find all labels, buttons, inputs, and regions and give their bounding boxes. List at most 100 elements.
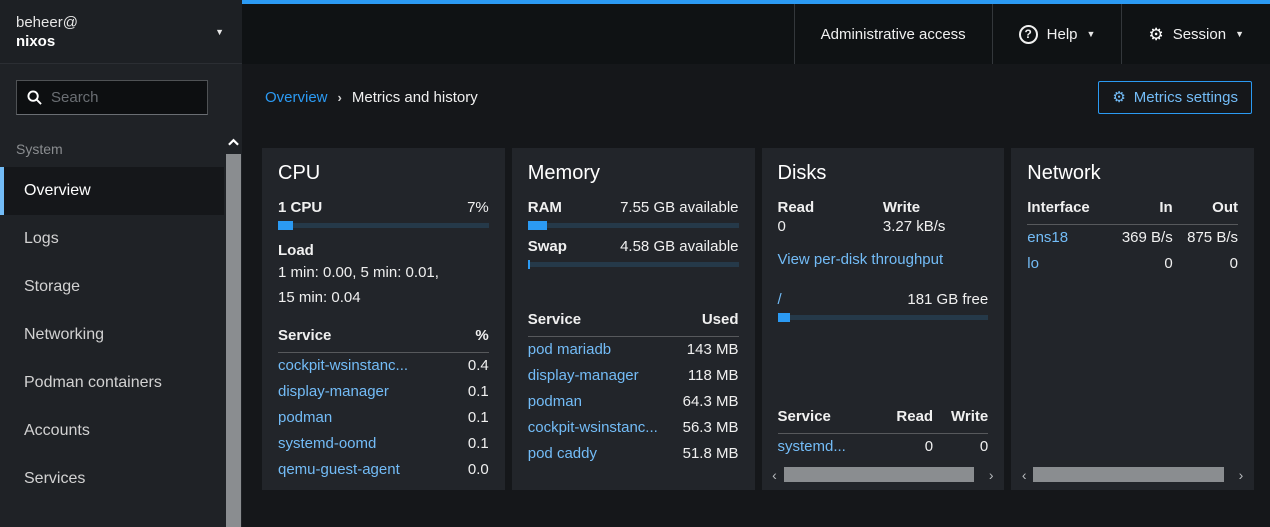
scroll-left-icon[interactable]: ‹ — [1019, 468, 1029, 482]
table-row: podman 0.1 — [278, 405, 489, 431]
search-input[interactable] — [51, 89, 197, 106]
session-menu[interactable]: ⚙ Session ▼ — [1121, 4, 1270, 64]
host-switcher-user: beheer@ nixos — [16, 13, 78, 51]
network-horizontal-scrollbar[interactable]: ‹ › — [1019, 467, 1246, 482]
ram-label: RAM — [528, 199, 562, 216]
interface-in-value: 0 — [1107, 251, 1172, 277]
service-link[interactable]: podman — [278, 409, 332, 426]
sidebar-item-storage[interactable]: Storage — [0, 263, 224, 311]
service-memory-used: 64.3 MB — [675, 389, 738, 415]
scroll-left-icon[interactable]: ‹ — [770, 468, 780, 482]
chevron-down-icon: ▼ — [215, 27, 224, 37]
network-card: Network Interface In Out ens18 369 B/s 8… — [1011, 148, 1254, 490]
memory-service-table: Service Used pod mariadb 143 MB display-… — [528, 311, 739, 467]
service-link[interactable]: pod mariadb — [528, 341, 611, 358]
administrative-access-button[interactable]: Administrative access — [794, 4, 992, 64]
table-row: pod mariadb 143 MB — [528, 337, 739, 364]
table-row: cockpit-wsinstanc... 0.4 — [278, 353, 489, 380]
masthead: beheer@ nixos ▼ Administrative access ? … — [0, 0, 1270, 64]
gear-icon: ⚙ — [1148, 26, 1163, 43]
service-link[interactable]: display-manager — [528, 367, 639, 384]
service-link[interactable]: qemu-guest-agent — [278, 461, 400, 478]
table-row: ens18 369 B/s 875 B/s — [1027, 225, 1238, 252]
memory-table-header-used: Used — [675, 311, 738, 337]
disks-table-header-service: Service — [778, 408, 879, 434]
disks-read-label: Read — [778, 199, 883, 216]
table-row: systemd... 0 0 — [778, 434, 989, 461]
sidebar: System Overview Logs Storage Networking … — [0, 64, 242, 527]
swap-progress-fill — [528, 260, 530, 269]
service-link[interactable]: display-manager — [278, 383, 389, 400]
table-row: display-manager 118 MB — [528, 363, 739, 389]
metrics-settings-label: Metrics settings — [1134, 89, 1238, 106]
sidebar-search[interactable] — [16, 80, 208, 115]
metrics-settings-button[interactable]: ⚙ Metrics settings — [1098, 81, 1252, 114]
ram-progress-fill — [528, 221, 547, 230]
breadcrumb-overview-link[interactable]: Overview — [265, 89, 328, 106]
sidebar-item-networking[interactable]: Networking — [0, 311, 224, 359]
breadcrumb-current: Metrics and history — [352, 89, 478, 106]
disks-horizontal-scrollbar[interactable]: ‹ › — [770, 467, 997, 482]
service-link[interactable]: cockpit-wsinstanc... — [528, 419, 658, 436]
service-cpu-percent: 0.1 — [460, 405, 489, 431]
scroll-up-icon[interactable] — [226, 134, 241, 150]
gear-icon: ⚙ — [1112, 90, 1125, 105]
scrollbar-thumb[interactable] — [784, 467, 975, 482]
service-link[interactable]: cockpit-wsinstanc... — [278, 357, 408, 374]
disk-usage-progress-fill — [778, 313, 791, 322]
scrollbar-thumb[interactable] — [1033, 467, 1224, 482]
cpu-table-header-percent: % — [460, 327, 489, 353]
sidebar-item-services[interactable]: Services — [0, 455, 224, 503]
table-row: qemu-guest-agent 0.0 — [278, 457, 489, 483]
chevron-down-icon: ▼ — [1087, 29, 1096, 39]
interface-link[interactable]: ens18 — [1027, 229, 1068, 246]
search-icon — [27, 90, 42, 105]
breadcrumb-bar: Overview › Metrics and history ⚙ Metrics… — [242, 64, 1270, 130]
sidebar-scrollbar-thumb[interactable] — [226, 154, 241, 527]
service-disk-read: 0 — [879, 434, 933, 461]
service-memory-used: 51.8 MB — [675, 441, 738, 467]
service-link[interactable]: systemd... — [778, 438, 846, 455]
interface-out-value: 0 — [1173, 251, 1238, 277]
help-menu[interactable]: ? Help ▼ — [992, 4, 1122, 64]
service-link[interactable]: podman — [528, 393, 582, 410]
table-row: systemd-oomd 0.1 — [278, 431, 489, 457]
host-switcher[interactable]: beheer@ nixos ▼ — [0, 0, 242, 64]
memory-card: Memory RAM 7.55 GB available Swap 4.58 G… — [512, 148, 755, 490]
scroll-right-icon[interactable]: › — [986, 468, 996, 482]
scrollbar-track[interactable] — [1033, 467, 1232, 482]
service-link[interactable]: systemd-oomd — [278, 435, 376, 452]
table-row: lo 0 0 — [1027, 251, 1238, 277]
table-row: pod caddy 51.8 MB — [528, 441, 739, 467]
cpu-usage-progressbar — [278, 223, 489, 228]
disks-write-label: Write — [883, 199, 988, 216]
root-filesystem-link[interactable]: / — [778, 291, 782, 308]
service-link[interactable]: pod caddy — [528, 445, 597, 462]
sidebar-item-podman-containers[interactable]: Podman containers — [0, 359, 224, 407]
disks-write-value: 3.27 kB/s — [883, 218, 988, 235]
sidebar-scrollbar[interactable] — [226, 134, 241, 527]
memory-table-header-service: Service — [528, 311, 675, 337]
session-label: Session — [1173, 26, 1226, 43]
scroll-right-icon[interactable]: › — [1236, 468, 1246, 482]
help-label: Help — [1047, 26, 1078, 43]
interface-link[interactable]: lo — [1027, 255, 1039, 272]
swap-label: Swap — [528, 238, 567, 255]
hostname: nixos — [16, 32, 78, 51]
ram-available-value: 7.55 GB available — [620, 199, 738, 216]
table-row: cockpit-wsinstanc... 56.3 MB — [528, 415, 739, 441]
sidebar-item-overview[interactable]: Overview — [0, 167, 224, 215]
sidebar-item-accounts[interactable]: Accounts — [0, 407, 224, 455]
masthead-toolbar: Administrative access ? Help ▼ ⚙ Session… — [242, 0, 1270, 64]
scrollbar-track[interactable] — [784, 467, 983, 482]
chevron-down-icon: ▼ — [1235, 29, 1244, 39]
network-interfaces-table: Interface In Out ens18 369 B/s 875 B/s l… — [1027, 199, 1238, 277]
metrics-cards: CPU 1 CPU 7% Load 1 min: 0.00, 5 min: 0.… — [262, 148, 1254, 490]
sidebar-item-logs[interactable]: Logs — [0, 215, 224, 263]
cpu-load-line1: 1 min: 0.00, 5 min: 0.01, — [278, 262, 489, 284]
service-memory-used: 143 MB — [675, 337, 738, 364]
service-cpu-percent: 0.1 — [460, 379, 489, 405]
cpu-service-table: Service % cockpit-wsinstanc... 0.4 displ… — [278, 327, 489, 483]
swap-available-value: 4.58 GB available — [620, 238, 738, 255]
per-disk-throughput-link[interactable]: View per-disk throughput — [778, 251, 944, 268]
